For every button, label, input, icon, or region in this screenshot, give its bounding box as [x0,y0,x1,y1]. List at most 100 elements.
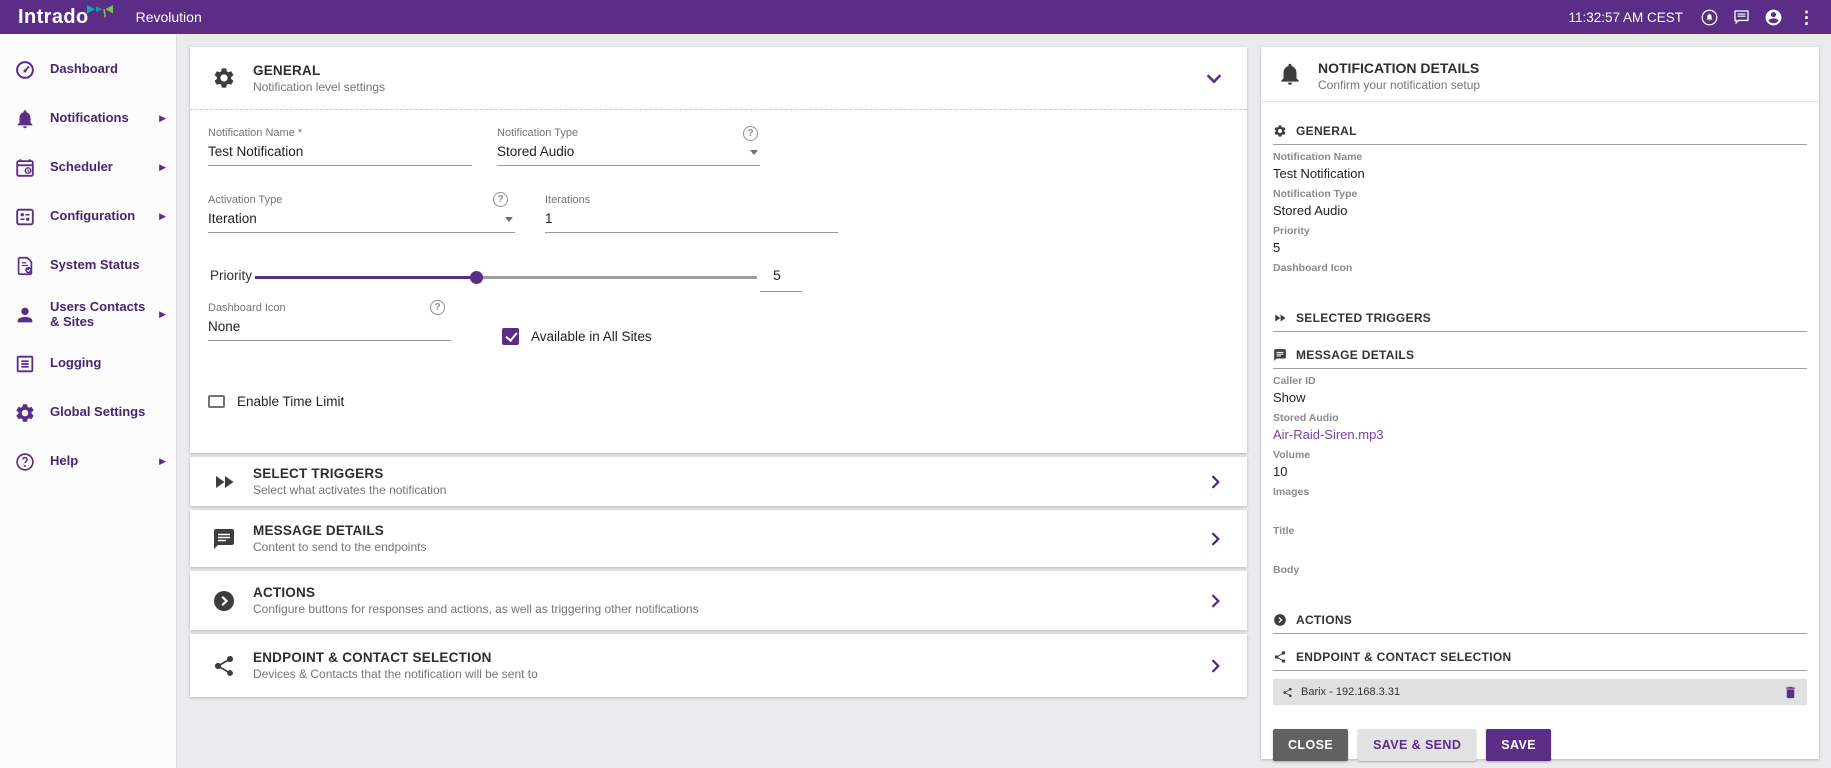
details-selected-triggers-heading: SELECTED TRIGGERS [1273,311,1807,332]
general-section-header[interactable]: GENERAL Notification level settings [190,47,1247,110]
document-check-icon [14,255,36,277]
account-icon[interactable] [1764,8,1783,27]
details-field-label: Images [1273,486,1807,498]
notification-name-input[interactable]: Test Notification [208,139,472,166]
details-heading-label: SELECTED TRIGGERS [1296,311,1431,325]
details-field-value: Test Notification [1273,166,1807,182]
notification-type-help-icon[interactable]: ? [743,126,758,141]
details-heading-label: ENDPOINT & CONTACT SELECTION [1296,650,1512,664]
details-actions-heading: ACTIONS [1273,613,1807,634]
details-field-dashboard-icon: Dashboard Icon [1273,262,1807,295]
chevron-right-icon[interactable] [1205,591,1225,611]
details-field-caller-id: Caller ID Show [1273,375,1807,406]
section-titles: ACTIONS Configure buttons for responses … [253,585,699,616]
slider-fill [255,276,477,279]
details-field-notification-type: Notification Type Stored Audio [1273,188,1807,219]
sidebar-item-notifications[interactable]: Notifications ▶ [0,94,176,143]
details-field-label: Volume [1273,449,1807,461]
expand-arrow-icon: ▶ [159,211,166,222]
sidebar-item-users-contacts-sites[interactable]: Users Contacts & Sites ▶ [0,290,176,339]
close-button[interactable]: CLOSE [1273,729,1348,761]
endpoint-contact-selection-section[interactable]: ENDPOINT & CONTACT SELECTION Devices & C… [190,634,1247,697]
activation-type-field[interactable]: Activation Type Iteration [208,194,515,233]
fast-forward-icon [1273,311,1287,325]
dashboard-icon-select[interactable]: None [208,314,451,341]
section-title: GENERAL [253,63,385,78]
details-field-title: Title [1273,525,1807,558]
dragonfly-logo-icon [86,4,114,19]
sidebar-item-label: Configuration [50,209,168,224]
dashboard-icon-help-icon[interactable]: ? [430,300,445,315]
section-titles: ENDPOINT & CONTACT SELECTION Devices & C… [253,650,538,681]
slider-thumb[interactable] [470,271,483,284]
log-list-icon [14,353,36,375]
details-field-stored-audio: Stored Audio Air-Raid-Siren.mp3 [1273,412,1807,443]
details-field-value [1273,579,1807,597]
details-field-volume: Volume 10 [1273,449,1807,480]
sidebar-item-help[interactable]: Help ▶ [0,437,176,486]
sidebar-item-label: Dashboard [50,62,168,77]
checkbox-checked[interactable] [502,328,519,345]
sidebar-item-logging[interactable]: Logging [0,339,176,388]
details-field-value: 10 [1273,464,1807,480]
sidebar-item-configuration[interactable]: Configuration ▶ [0,192,176,241]
save-button[interactable]: SAVE [1486,729,1551,761]
chevron-down-icon[interactable] [1203,67,1225,89]
stored-audio-file-link[interactable]: Air-Raid-Siren.mp3 [1273,427,1807,443]
enable-time-limit-checkbox-row[interactable]: Enable Time Limit [208,394,344,409]
gear-icon [14,402,36,424]
details-field-label: Dashboard Icon [1273,262,1807,274]
notification-type-field[interactable]: Notification Type Stored Audio [497,127,760,166]
general-section-titles: GENERAL Notification level settings [253,63,385,94]
checkbox-label: Available in All Sites [531,329,652,344]
top-app-bar: Intrado Revolution 11:32:57 AM CEST ⋮ [0,0,1831,34]
field-label: Activation Type [208,194,515,206]
sidebar-item-dashboard[interactable]: Dashboard [0,45,176,94]
iterations-input[interactable]: 1 [545,206,838,233]
expand-arrow-icon: ▶ [159,309,166,320]
activation-type-select[interactable]: Iteration [208,206,515,233]
activation-type-help-icon[interactable]: ? [493,192,508,207]
chevron-right-icon[interactable] [1205,656,1225,676]
chevron-right-icon[interactable] [1205,472,1225,492]
details-subtitle: Confirm your notification setup [1318,78,1480,92]
message-details-section[interactable]: MESSAGE DETAILS Content to send to the e… [190,510,1247,567]
notifications-status-icon[interactable] [1700,8,1719,27]
endpoint-list-item[interactable]: Barix - 192.168.3.31 [1273,679,1807,705]
overflow-menu-icon[interactable]: ⋮ [1796,8,1817,27]
share-icon [1273,650,1287,664]
available-all-sites-checkbox-row[interactable]: Available in All Sites [502,328,652,345]
section-title: SELECT TRIGGERS [253,466,446,481]
notification-details-panel: NOTIFICATION DETAILS Confirm your notifi… [1261,47,1819,759]
trash-icon[interactable] [1783,685,1798,700]
details-general-heading: GENERAL [1273,124,1807,145]
notification-name-field[interactable]: Notification Name * Test Notification [208,127,472,166]
dashboard-icon-field[interactable]: Dashboard Icon None [208,302,451,341]
section-subtitle: Configure buttons for responses and acti… [253,602,699,616]
details-field-value: Stored Audio [1273,203,1807,219]
details-message-details-heading: MESSAGE DETAILS [1273,348,1807,369]
details-endpoint-heading: ENDPOINT & CONTACT SELECTION [1273,650,1807,671]
sidebar-item-label: System Status [50,258,168,273]
messages-icon[interactable] [1732,8,1751,27]
chat-bubble-icon [1273,348,1287,362]
select-value: Iteration [208,211,257,226]
select-triggers-section[interactable]: SELECT TRIGGERS Select what activates th… [190,457,1247,506]
notification-type-select[interactable]: Stored Audio [497,139,760,166]
sidebar-item-scheduler[interactable]: Scheduler ▶ [0,143,176,192]
save-and-send-button[interactable]: SAVE & SEND [1358,729,1476,761]
control-panel-icon [14,206,36,228]
checkbox-unchecked[interactable] [208,395,225,408]
field-label: Notification Name * [208,127,472,139]
section-titles: MESSAGE DETAILS Content to send to the e… [253,523,426,554]
sidebar-item-global-settings[interactable]: Global Settings [0,388,176,437]
priority-slider[interactable] [255,267,757,287]
intrado-logo[interactable]: Intrado [18,0,114,34]
share-icon [1282,687,1293,698]
section-subtitle: Content to send to the endpoints [253,540,426,554]
details-field-value [1273,501,1807,519]
chevron-right-icon[interactable] [1205,529,1225,549]
sidebar-item-system-status[interactable]: System Status [0,241,176,290]
actions-section[interactable]: ACTIONS Configure buttons for responses … [190,571,1247,630]
iterations-field[interactable]: Iterations 1 [545,194,838,233]
